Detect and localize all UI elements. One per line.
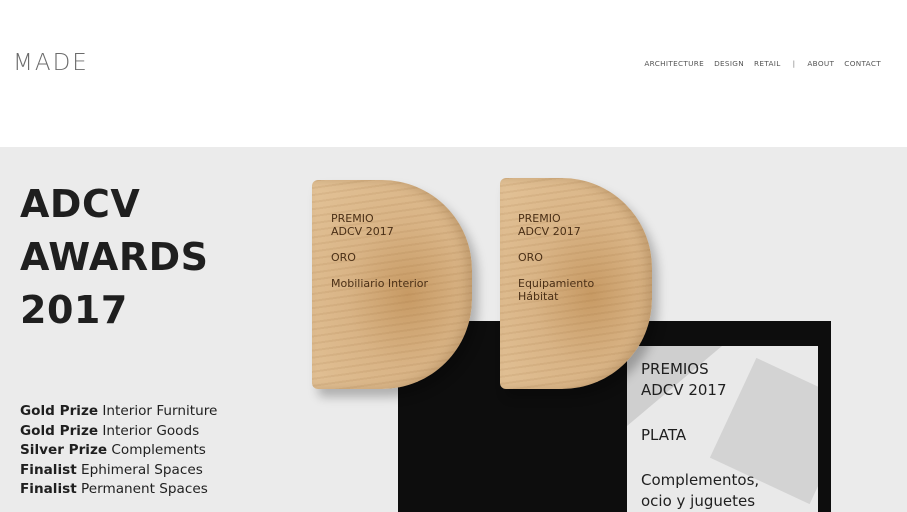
- title-line: ADCV: [20, 182, 141, 226]
- plaque-line: ORO: [331, 251, 356, 264]
- award-item: Finalist Permanent Spaces: [20, 480, 217, 500]
- award-prize: Silver Prize: [20, 442, 108, 458]
- site-logo[interactable]: MADE: [13, 50, 89, 76]
- page-title: ADCV AWARDS 2017: [20, 178, 209, 337]
- award-category: Permanent Spaces: [81, 481, 208, 497]
- poster-line: PLATA: [641, 426, 687, 444]
- nav-retail[interactable]: RETAIL: [754, 59, 781, 68]
- plaque-left-engraving: PREMIO ADCV 2017 ORO Mobiliario Interior: [331, 212, 428, 290]
- award-prize: Gold Prize: [20, 422, 99, 439]
- plaque-line: PREMIO: [518, 212, 561, 225]
- award-item: Gold Prize Interior Furniture: [20, 402, 217, 422]
- main-nav: ARCHITECTURE DESIGN RETAIL | ABOUT CONTA…: [644, 59, 881, 68]
- poster-line: ADCV 2017: [641, 381, 727, 399]
- plaque-line: PREMIO: [331, 212, 374, 225]
- plaque-line: Mobiliario Interior: [331, 277, 429, 290]
- award-item: Gold Prize Interior Goods: [20, 422, 217, 442]
- nav-architecture[interactable]: ARCHITECTURE: [644, 59, 704, 68]
- award-prize: Finalist: [20, 461, 77, 478]
- plaque-line: ADCV 2017: [518, 225, 581, 238]
- poster-line: PREMIOS: [641, 360, 709, 378]
- plaque-line: Equipamiento: [518, 277, 595, 290]
- nav-about[interactable]: ABOUT: [807, 59, 834, 68]
- plaque-line: ADCV 2017: [331, 225, 394, 238]
- title-line: 2017: [20, 288, 128, 332]
- awards-list: Gold Prize Interior Furniture Gold Prize…: [20, 402, 217, 500]
- plaque-line: Hábitat: [518, 290, 559, 303]
- award-category: Complements: [111, 442, 206, 458]
- plaque-right-engraving: PREMIO ADCV 2017 ORO Equipamiento Hábita…: [518, 212, 594, 303]
- award-prize: Finalist: [20, 481, 77, 497]
- nav-contact[interactable]: CONTACT: [844, 59, 881, 68]
- award-prize: Gold Prize: [20, 403, 99, 419]
- poster-text: PREMIOS ADCV 2017 PLATA Complementos, oc…: [641, 359, 759, 512]
- nav-separator: |: [792, 59, 796, 68]
- poster-line: ocio y juguetes: [641, 492, 756, 510]
- nav-design[interactable]: DESIGN: [714, 59, 744, 68]
- award-item: Finalist Ephimeral Spaces: [20, 461, 217, 481]
- award-category: Interior Furniture: [102, 403, 218, 419]
- award-item: Silver Prize Complements: [20, 441, 217, 461]
- title-line: AWARDS: [20, 235, 209, 279]
- plaque-line: ORO: [518, 251, 543, 264]
- award-category: Interior Goods: [102, 422, 200, 439]
- poster-line: Complementos,: [641, 471, 760, 489]
- award-category: Ephimeral Spaces: [81, 461, 203, 478]
- site-header: MADE ARCHITECTURE DESIGN RETAIL | ABOUT …: [0, 0, 907, 147]
